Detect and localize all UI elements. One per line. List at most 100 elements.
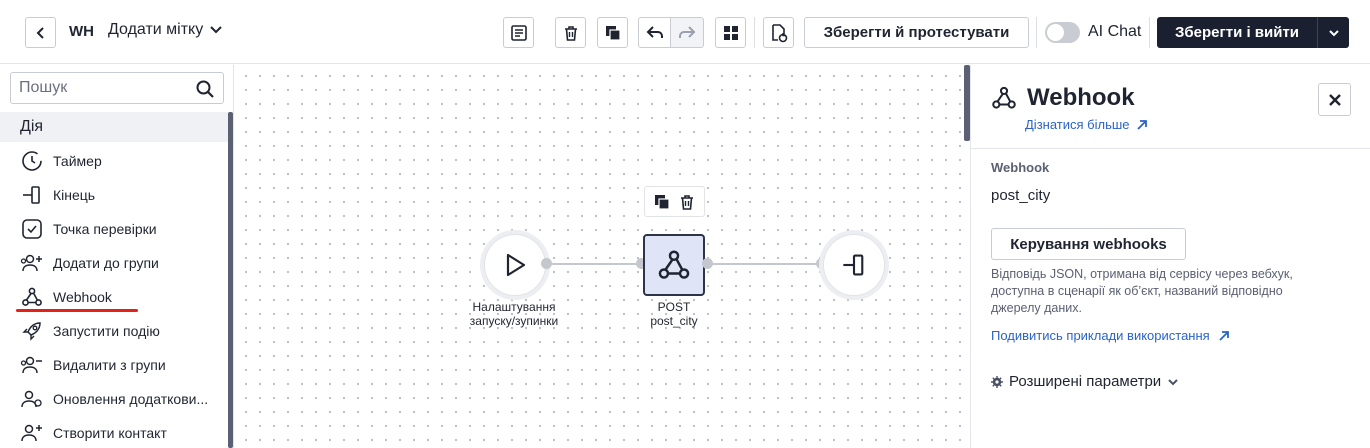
properties-panel: Webhook Дізнатися більше Webhook post_ci… (970, 65, 1370, 448)
exit-icon (23, 186, 40, 204)
start-stop-node[interactable] (484, 234, 546, 296)
update-contact-icon (21, 390, 42, 408)
save-and-test-label: Зберегти й протестувати (823, 24, 1010, 41)
webhook-field-value: post_city (991, 187, 1051, 204)
gear-icon (991, 375, 1003, 388)
notes-icon (510, 24, 527, 41)
duplicate-button[interactable] (597, 17, 628, 48)
redo-icon (679, 25, 696, 38)
undo-redo-group (638, 17, 704, 48)
sidebar-item-update-contact[interactable]: Оновлення додаткови... (0, 382, 228, 416)
sidebar-item-checkpoint[interactable]: Точка перевірки (0, 212, 228, 246)
toggle-knob (1047, 24, 1064, 41)
notes-button[interactable] (503, 17, 534, 48)
back-button[interactable] (25, 17, 56, 48)
usage-examples-link[interactable]: Подивитись приклади використання (991, 328, 1230, 343)
toolbar-divider (754, 17, 755, 48)
sidebar-item-timer[interactable]: Таймер (0, 144, 228, 178)
chevron-down-icon (1328, 29, 1339, 36)
sidebar-item-label: Додати до групи (53, 255, 159, 271)
sidebar-item-label: Кінець (53, 187, 96, 203)
add-tag-label: Додати мітку (108, 21, 204, 38)
advanced-settings-label: Розширені параметри (1009, 373, 1162, 390)
chevron-left-icon (36, 26, 44, 39)
end-node[interactable] (823, 234, 885, 296)
ai-chat-toggle[interactable] (1045, 22, 1080, 43)
sidebar-item-label: Точка перевірки (53, 221, 157, 237)
undo-icon (646, 25, 663, 38)
remove-from-group-icon (20, 356, 42, 374)
webhook-node-name: post_city (650, 314, 698, 328)
output-port[interactable] (702, 258, 713, 269)
add-tag-dropdown[interactable]: Додати мітку (108, 21, 223, 39)
trash-icon[interactable] (678, 193, 696, 211)
toolbar-divider (1149, 17, 1150, 48)
sidebar-item-label: Створити контакт (53, 425, 167, 441)
undo-button[interactable] (638, 17, 671, 48)
checkpoint-icon (22, 219, 42, 239)
helper-text: Відповідь JSON, отримана від сервісу чер… (991, 267, 1293, 315)
search-input[interactable] (19, 79, 189, 97)
panel-divider (971, 148, 1370, 149)
close-panel-button[interactable] (1318, 83, 1351, 116)
manage-webhooks-button[interactable]: Керування webhooks (991, 228, 1186, 260)
advanced-settings-toggle[interactable]: Розширені параметри (991, 373, 1179, 390)
search-box (10, 72, 224, 104)
webhook-node-method: POST (657, 300, 691, 314)
connector-line (707, 263, 821, 265)
save-options-dropdown[interactable] (1318, 27, 1349, 39)
sidebar-item-add-to-group[interactable]: Додати до групи (0, 246, 228, 280)
node-toolbar (644, 186, 705, 217)
webhook-node[interactable] (643, 234, 705, 296)
top-bar: WH Додати мітку Зберегти й протестувати … (0, 0, 1370, 64)
delete-button[interactable] (555, 17, 586, 48)
webhook-icon (22, 287, 42, 306)
copy-icon (605, 25, 621, 41)
webhook-field-label: Webhook (991, 160, 1050, 175)
learn-more-label: Дізнатися більше (1025, 117, 1130, 132)
panel-title: Webhook (1027, 84, 1135, 111)
sidebar-item-label: Оновлення додаткови... (53, 391, 209, 407)
sidebar-item-end[interactable]: Кінець (0, 178, 228, 212)
sidebar-item-create-contact[interactable]: Створити контакт (0, 416, 228, 448)
document-refresh-icon (771, 23, 787, 42)
search-icon[interactable] (195, 79, 215, 99)
actions-sidebar: Дія Таймер Кінець Точка перевірки Додати… (0, 65, 234, 448)
section-header: Дія (0, 112, 228, 142)
trash-icon (564, 25, 577, 41)
sidebar-item-remove-from-group[interactable]: Видалити з групи (0, 348, 228, 382)
webhook-node-label: POST post_city (634, 300, 714, 328)
external-link-icon (1219, 330, 1229, 341)
create-contact-icon (21, 424, 42, 442)
save-and-exit-label: Зберегти і вийти (1174, 24, 1300, 41)
rocket-icon (22, 322, 41, 341)
ai-chat-label: AI Chat (1088, 23, 1142, 40)
sidebar-item-label: Webhook (53, 289, 112, 305)
sidebar-item-label: Таймер (53, 153, 102, 169)
history-button[interactable] (763, 17, 794, 48)
selected-item-underline (16, 309, 138, 312)
play-icon (506, 253, 526, 277)
output-port[interactable] (541, 258, 552, 269)
sidebar-scrollbar[interactable] (228, 112, 233, 448)
sidebar-item-launch-event[interactable]: Запустити подію (0, 314, 228, 348)
copy-icon[interactable] (653, 193, 671, 211)
chevron-down-icon (210, 26, 222, 34)
webhook-icon (658, 250, 690, 279)
toolbar-divider (1036, 17, 1037, 48)
save-and-test-button[interactable]: Зберегти й протестувати (804, 17, 1029, 48)
usage-examples-label: Подивитись приклади використання (991, 328, 1210, 343)
layout-button[interactable] (715, 17, 746, 48)
connector-line (547, 263, 641, 265)
manage-webhooks-label: Керування webhooks (1010, 235, 1167, 253)
redo-button[interactable] (671, 17, 704, 48)
grid-icon (723, 25, 738, 40)
external-link-icon (1136, 119, 1147, 130)
close-icon (1328, 93, 1341, 106)
workflow-code: WH (69, 23, 94, 40)
exit-icon (843, 254, 864, 276)
save-and-exit-button[interactable]: Зберегти і вийти (1157, 17, 1349, 48)
learn-more-link[interactable]: Дізнатися більше (1025, 117, 1148, 132)
clock-icon (22, 151, 42, 171)
add-to-group-icon (20, 254, 42, 272)
